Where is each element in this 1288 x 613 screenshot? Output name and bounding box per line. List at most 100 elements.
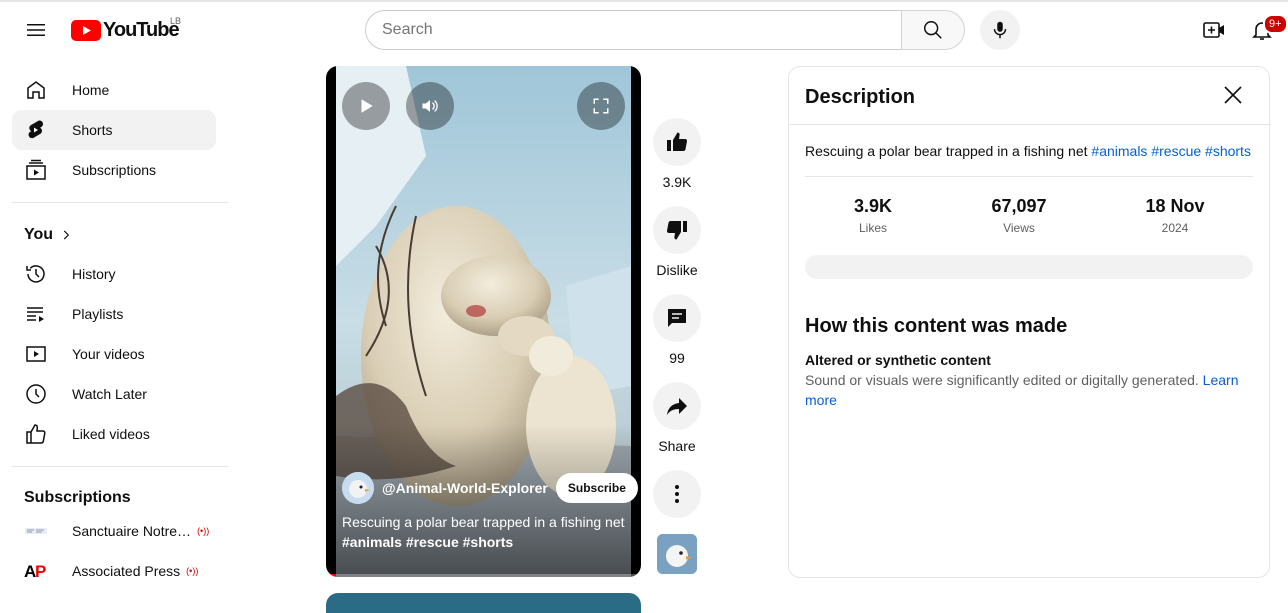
- sidebar-item-subscriptions[interactable]: Subscriptions: [12, 150, 216, 190]
- country-code: LB: [170, 16, 182, 26]
- channel-avatar: [24, 519, 48, 543]
- likes-stat-value: 3.9K: [853, 196, 893, 216]
- shorts-icon: [24, 118, 48, 142]
- youtube-logo[interactable]: YouTube: [71, 18, 180, 42]
- bird-thumbnail-icon: [657, 534, 697, 574]
- hashtag-link[interactable]: #rescue: [1151, 143, 1201, 159]
- sidebar-item-label: Watch Later: [72, 386, 147, 402]
- create-button[interactable]: [1194, 10, 1234, 50]
- thumbs-up-icon: [24, 422, 48, 446]
- sidebar-item-label: Your videos: [72, 346, 145, 362]
- notification-count-badge: 9+: [1263, 14, 1288, 34]
- search-box[interactable]: [365, 10, 902, 50]
- logo-text: YouTube: [103, 18, 180, 41]
- description-placeholder-bar: [805, 255, 1253, 279]
- share-arrow-icon: [667, 398, 687, 415]
- youtube-play-logo-icon: [71, 19, 101, 41]
- masthead: YouTube LB 9+: [0, 2, 1288, 58]
- shorts-video-player[interactable]: @Animal-World-Explorer Subscribe Rescuin…: [326, 66, 641, 577]
- video-progress-fill: [326, 574, 336, 577]
- subscription-item-associated-press[interactable]: AP Associated Press (•)): [12, 551, 216, 591]
- panel-header: Description: [789, 67, 1269, 125]
- sidebar-item-your-videos[interactable]: Your videos: [12, 334, 216, 374]
- sound-remix-thumbnail[interactable]: [657, 534, 697, 574]
- video-title[interactable]: Rescuing a polar bear trapped in a fishi…: [342, 512, 632, 552]
- sidebar-divider: [12, 466, 228, 467]
- likes-stat-caption: Likes: [858, 221, 887, 235]
- sidebar-item-label: Subscriptions: [72, 162, 157, 178]
- play-button[interactable]: [342, 82, 390, 130]
- like-button[interactable]: [653, 118, 701, 166]
- create-video-icon: [1203, 22, 1224, 38]
- dislike-label: Dislike: [656, 262, 698, 278]
- search-input[interactable]: [382, 21, 901, 39]
- ap-logo-icon: AP: [24, 559, 48, 583]
- live-indicator-icon: (•)): [186, 566, 199, 576]
- video-progress-bar[interactable]: [326, 574, 641, 577]
- description-panel: Description Rescuing a polar bear trappe…: [788, 66, 1270, 578]
- thumbs-down-icon: [666, 221, 687, 240]
- comments-button[interactable]: [653, 294, 701, 342]
- more-action: [653, 470, 701, 518]
- search-icon: [924, 21, 942, 39]
- next-short-preview[interactable]: [326, 593, 641, 613]
- sidebar-item-playlists[interactable]: Playlists: [12, 294, 216, 334]
- altered-content-heading: Altered or synthetic content: [805, 352, 991, 368]
- dislike-action: Dislike: [653, 206, 701, 278]
- voice-search-button[interactable]: [980, 10, 1020, 50]
- fullscreen-button[interactable]: [577, 82, 625, 130]
- more-options-button[interactable]: [653, 470, 701, 518]
- sidebar-item-label: Shorts: [72, 122, 113, 138]
- video-title-text: Rescuing a polar bear trapped in a fishi…: [342, 514, 625, 530]
- likes-stat: 3.9K Likes: [813, 195, 933, 235]
- svg-text:P: P: [35, 562, 46, 581]
- video-hashtags[interactable]: #animals #rescue #shorts: [342, 534, 513, 550]
- fullscreen-icon: [593, 98, 609, 114]
- like-action: 3.9K: [653, 118, 701, 190]
- hashtag-link[interactable]: #animals: [1091, 143, 1147, 159]
- altered-content-text: Sound or visuals were significantly edit…: [805, 370, 1245, 410]
- sidebar-item-label: Associated Press: [72, 563, 181, 579]
- bird-avatar-icon: [342, 472, 374, 504]
- sidebar-item-home[interactable]: Home: [12, 70, 216, 110]
- more-vertical-icon: [675, 485, 679, 503]
- description-divider: [805, 176, 1253, 177]
- sidebar: Home Shorts Subscriptions You History Pl…: [0, 68, 240, 605]
- sidebar-item-shorts[interactable]: Shorts: [12, 110, 216, 150]
- views-stat-caption: Views: [1003, 221, 1035, 235]
- sidebar-item-label: Sanctuaire Notre…: [72, 523, 192, 539]
- comment-count: 99: [669, 350, 685, 366]
- guide-menu-button[interactable]: [16, 10, 56, 50]
- views-stat-value: 67,097: [991, 196, 1047, 216]
- watch-later-icon: [24, 382, 48, 406]
- volume-icon: [422, 100, 438, 112]
- sidebar-item-history[interactable]: History: [12, 254, 216, 294]
- hamburger-icon: [27, 24, 45, 36]
- subscriptions-heading: Subscriptions: [24, 489, 131, 506]
- your-videos-icon: [24, 342, 48, 366]
- dislike-button[interactable]: [653, 206, 701, 254]
- sidebar-item-watch-later[interactable]: Watch Later: [12, 374, 216, 414]
- hashtag-link[interactable]: #shorts: [1205, 143, 1251, 159]
- channel-name[interactable]: @Animal-World-Explorer: [382, 480, 548, 496]
- search-button[interactable]: [901, 10, 965, 50]
- sidebar-item-label: Playlists: [72, 306, 124, 322]
- home-icon: [24, 78, 48, 102]
- how-made-heading: How this content was made: [805, 315, 1068, 337]
- description-body: Rescuing a polar bear trapped in a fishi…: [805, 143, 1088, 159]
- altered-content-body: Sound or visuals were significantly edit…: [805, 372, 1199, 388]
- views-stat: 67,097 Views: [959, 195, 1079, 235]
- comment-icon: [668, 309, 686, 327]
- channel-avatar[interactable]: [342, 472, 374, 504]
- you-section-heading[interactable]: You: [24, 226, 73, 244]
- volume-button[interactable]: [406, 82, 454, 130]
- description-text: Rescuing a polar bear trapped in a fishi…: [805, 141, 1255, 161]
- close-panel-button[interactable]: [1213, 75, 1253, 115]
- subscriptions-icon: [24, 158, 48, 182]
- subscription-item-sanctuaire[interactable]: Sanctuaire Notre… (•)): [12, 511, 216, 551]
- subscribe-button[interactable]: Subscribe: [555, 473, 638, 503]
- sidebar-item-liked-videos[interactable]: Liked videos: [12, 414, 216, 454]
- share-button[interactable]: [653, 382, 701, 430]
- play-icon: [361, 99, 373, 113]
- you-heading-label: You: [24, 226, 54, 243]
